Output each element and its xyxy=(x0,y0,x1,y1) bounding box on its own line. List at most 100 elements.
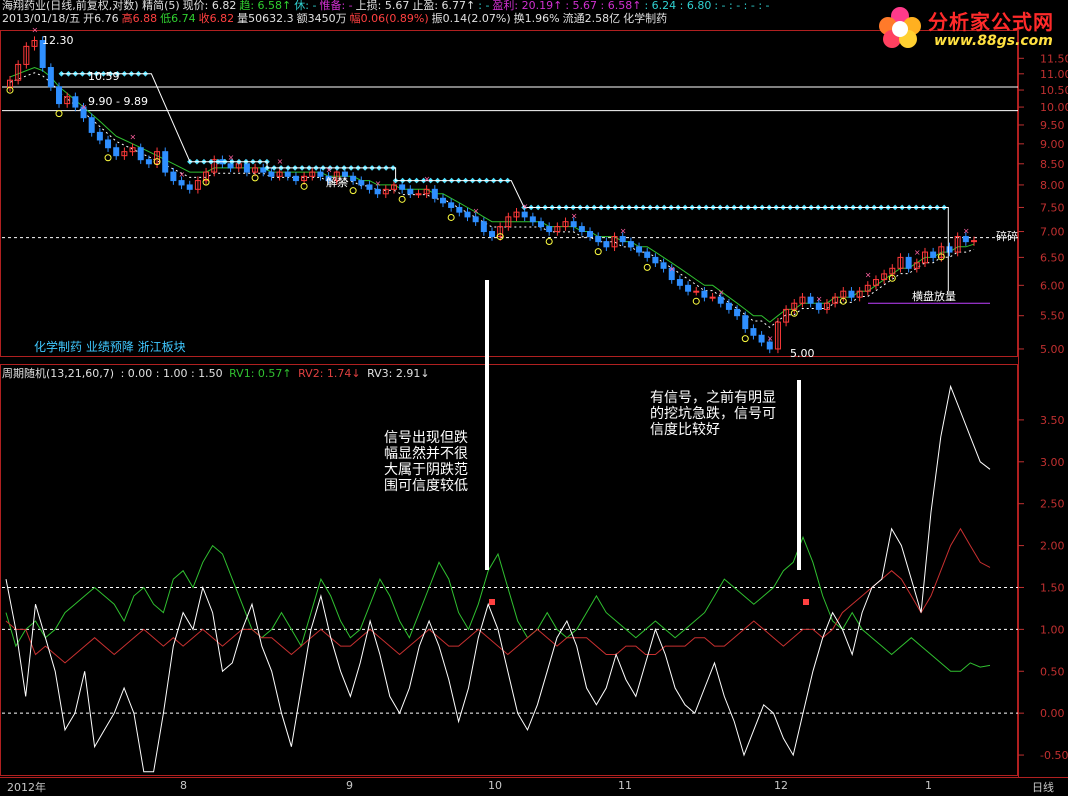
signal-cross: × xyxy=(81,103,88,112)
candle-body xyxy=(676,279,683,286)
candle-body xyxy=(268,171,275,177)
annotation-left: 信号出现但跌 幅显然并不很 大属于阴跌范 围可信度较低 xyxy=(384,430,468,494)
candle-body xyxy=(701,290,708,298)
indicator-tick-label: 2.50 xyxy=(1040,498,1065,511)
candle-body xyxy=(595,236,602,243)
time-axis-label: 8 xyxy=(180,779,187,792)
header-field: 惟备: - xyxy=(319,0,353,12)
suisui-label: 碎碎 xyxy=(996,229,1018,243)
signal-cross: × xyxy=(571,212,578,221)
chart-stage: 5.00 5.50 6.00 6.50 7.00 7.50 8.00 8.50 9.00 9.50… xyxy=(0,0,1068,792)
signal-cross: × xyxy=(669,265,676,274)
header-row-2: 2013/01/18/五 开6.76 高6.88 低6.74 收6.82 量50632.3… xyxy=(2,12,670,26)
price-tick-label: 10.50 xyxy=(1040,84,1068,97)
signal-dot xyxy=(803,599,809,605)
candle-body xyxy=(693,290,700,293)
candle-body xyxy=(399,184,406,190)
indicator-tick-label: 3.50 xyxy=(1040,414,1065,427)
signal-cross: × xyxy=(963,227,970,236)
signal-cross: × xyxy=(522,202,529,211)
header-field: : - xyxy=(478,0,490,12)
time-axis-label: 11 xyxy=(618,779,632,792)
header-field: 高6.88 xyxy=(121,12,158,25)
indicator-tick-label: -0.50 xyxy=(1040,749,1068,762)
candle-body xyxy=(439,197,446,204)
indicator-tick-label: 0.00 xyxy=(1040,707,1065,720)
period-label: 日线 xyxy=(1032,781,1054,794)
indicator-name: 周期随机(13,21,60,7) xyxy=(2,367,115,380)
signal-cross: × xyxy=(914,248,921,257)
signal-circle xyxy=(398,195,406,203)
candle-body xyxy=(366,184,373,190)
annotation-left-line: 大属于阴跌范 xyxy=(384,462,468,478)
price-tick-label: 6.50 xyxy=(1040,251,1065,264)
indicator-rv1: RV1: 0.57↑ xyxy=(229,367,292,380)
signal-circle xyxy=(55,110,63,118)
signal-cross: × xyxy=(816,294,823,303)
header-field: 化学制药 xyxy=(623,12,668,25)
time-axis-label: 10 xyxy=(488,779,502,792)
main-panel-frame xyxy=(0,30,1018,357)
candle-body xyxy=(521,211,528,218)
header-field: 低6.74 xyxy=(160,12,196,25)
annotation-left-line: 幅显然并不很 xyxy=(384,446,468,462)
candle-body xyxy=(243,163,250,173)
candle-body xyxy=(472,216,479,223)
signal-cross: × xyxy=(375,179,382,188)
candle-body xyxy=(317,171,324,177)
candle-body xyxy=(546,226,553,233)
candle-body xyxy=(660,262,667,269)
time-axis-label: 12 xyxy=(774,779,788,792)
signal-cross: × xyxy=(326,166,333,175)
candle-body xyxy=(652,256,659,264)
signal-circle xyxy=(643,263,651,271)
candle-body xyxy=(529,216,536,223)
header-field: 上损: 5.67 xyxy=(355,0,410,12)
annotation-right-line: 信度比较好 xyxy=(650,422,720,438)
candle-body xyxy=(47,67,54,88)
indicator-tick-label: 3.00 xyxy=(1040,456,1065,469)
indicator-tick-label: 2.00 xyxy=(1040,540,1065,553)
candle-body xyxy=(750,328,757,336)
candle-body xyxy=(480,221,487,233)
signal-cross: × xyxy=(277,157,284,166)
price-tick-label: 5.50 xyxy=(1040,310,1065,323)
candle-body xyxy=(946,246,953,253)
signal-circle xyxy=(104,154,112,162)
level-2-label: 9.90 - 9.89 xyxy=(88,95,148,108)
indicator-header: 周期随机(13,21,60,7) : 0.00 : 1.00 : 1.50 RV… xyxy=(2,367,433,381)
signal-cross: × xyxy=(130,133,137,142)
candle-body xyxy=(758,334,765,343)
candle-body xyxy=(848,290,855,298)
price-tick-label: 6.00 xyxy=(1040,279,1065,292)
stop-line xyxy=(61,73,949,292)
chart-canvas: 5.00 5.50 6.00 6.50 7.00 7.50 8.00 8.50 9.00 9.50… xyxy=(0,26,1068,778)
candle-body xyxy=(464,211,471,218)
header-field: 止盈: 6.77↑ xyxy=(412,0,476,12)
candle-body xyxy=(88,117,95,133)
signal-cross: × xyxy=(179,170,186,179)
signal-cross: × xyxy=(228,153,235,162)
candle-body xyxy=(113,147,120,157)
annotation-left-line: 围可信度较低 xyxy=(384,478,468,494)
candle-body xyxy=(415,193,422,196)
price-tick-label: 10.00 xyxy=(1040,101,1068,114)
signal-circle xyxy=(349,187,357,195)
logo-url: www.88gs.com xyxy=(934,33,1053,49)
annotation-right: 有信号，之前有明显 的挖坑急跌，信号可 信度比较好 xyxy=(650,390,776,438)
logo-title: 分析家公式网 xyxy=(928,10,1054,34)
candle-body xyxy=(570,221,577,228)
candle-body xyxy=(96,131,103,141)
site-logo: 分析家公式网 www.88gs.com xyxy=(876,2,1066,54)
signal-dot xyxy=(489,599,495,605)
candle-body xyxy=(456,206,463,213)
candle-body xyxy=(636,246,643,253)
price-tick-label: 9.50 xyxy=(1040,119,1065,132)
candle-body xyxy=(644,251,651,258)
signal-cross: × xyxy=(473,207,480,216)
candle-body xyxy=(815,302,822,310)
header-field: 2013/01/18/五 xyxy=(2,12,81,25)
candle-body xyxy=(930,251,937,258)
header-field: 休: - xyxy=(294,0,317,12)
flower-icon xyxy=(879,7,921,48)
